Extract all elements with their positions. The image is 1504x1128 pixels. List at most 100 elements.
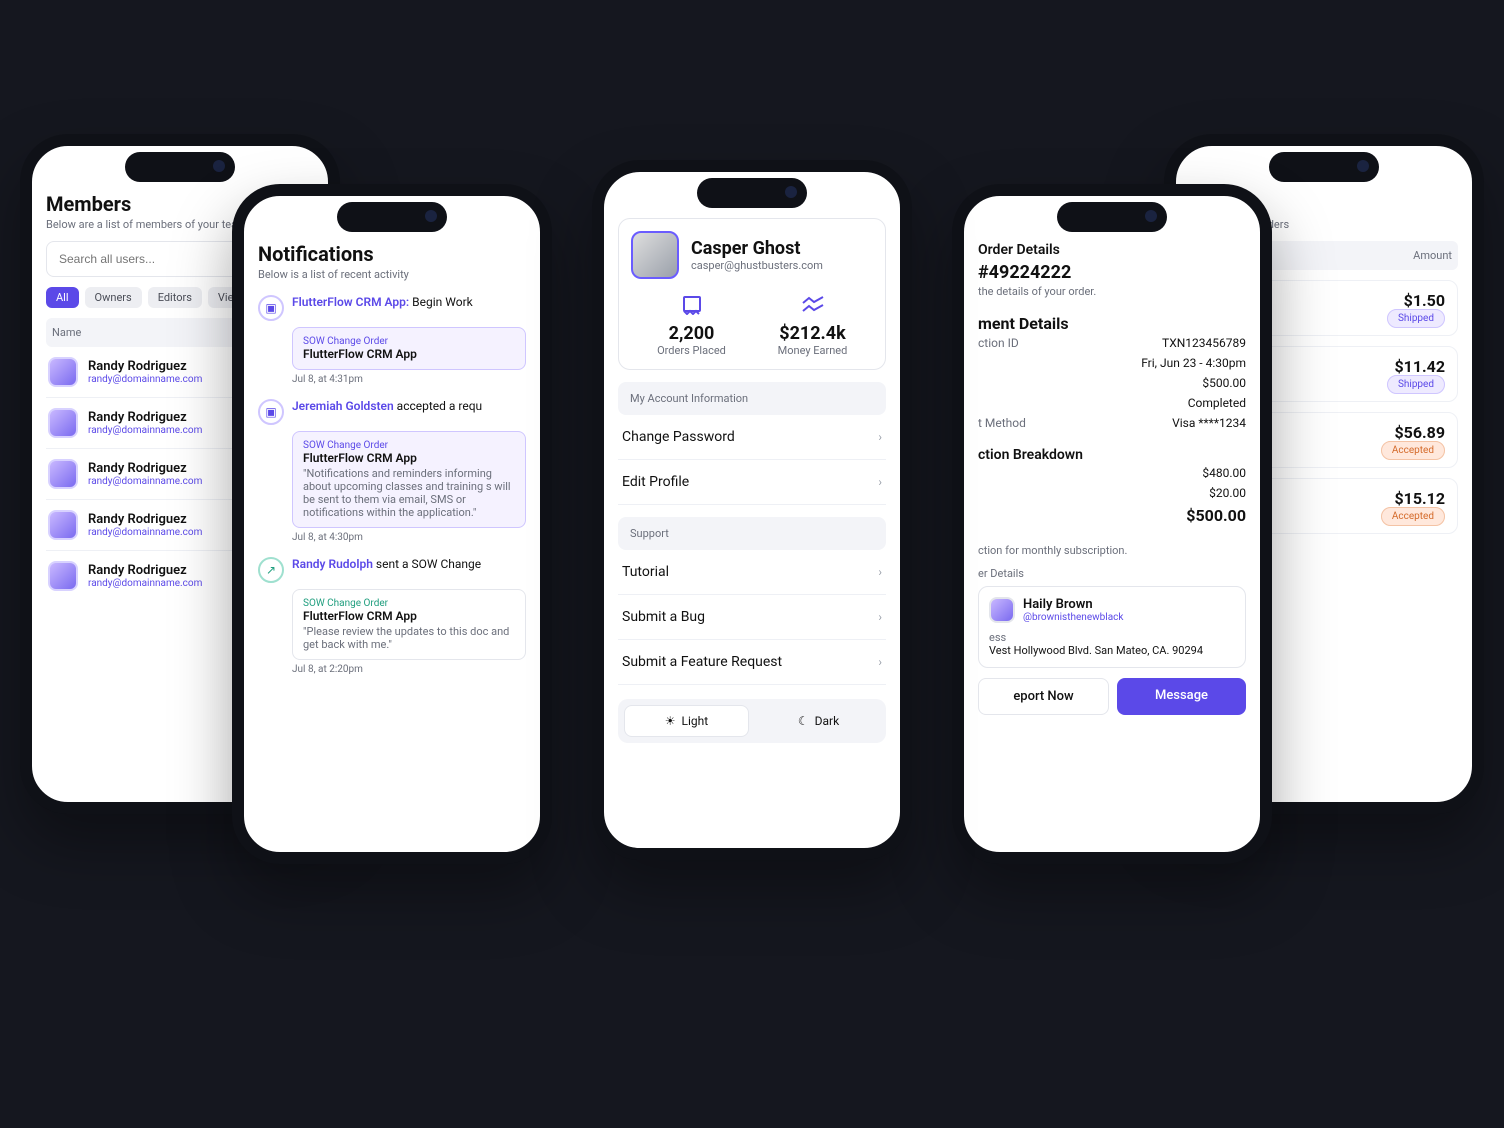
page-title: Notifications: [258, 242, 526, 266]
sun-icon: ☀: [665, 714, 676, 728]
breakdown-line: $20.00: [978, 483, 1246, 503]
card-tag: SOW Change Order: [303, 440, 515, 451]
chevron-right-icon: ›: [878, 430, 882, 444]
order-note: ction for monthly subscription.: [978, 544, 1246, 557]
menu-edit-profile[interactable]: Edit Profile ›: [618, 460, 886, 505]
notification-text: Randy Rudolph sent a SOW Change: [292, 557, 481, 583]
filter-all[interactable]: All: [46, 287, 79, 308]
notch: [337, 202, 447, 232]
col-name: Name: [52, 326, 81, 339]
notification-card[interactable]: SOW Change Order FlutterFlow CRM App "Pl…: [292, 589, 526, 660]
notification-row[interactable]: ▣ Jeremiah Goldsten accepted a requ: [258, 391, 526, 425]
phone-order-detail: Order Details #49224222 the details of y…: [952, 184, 1272, 864]
report-button[interactable]: eport Now: [978, 678, 1109, 715]
customer-address: Vest Hollywood Blvd. San Mateo, CA. 9029…: [989, 644, 1235, 657]
notification-timestamp: Jul 8, at 4:31pm: [292, 374, 526, 385]
detail-line: ction IDTXN123456789: [978, 333, 1246, 353]
order-amount: $1.50: [1387, 291, 1445, 310]
section-breakdown: ction Breakdown: [978, 447, 1246, 463]
profile-name: Casper Ghost: [691, 238, 823, 259]
avatar: [631, 231, 679, 279]
avatar: [48, 561, 78, 591]
notification-timestamp: Jul 8, at 4:30pm: [292, 532, 526, 543]
menu-label: Edit Profile: [622, 474, 689, 490]
avatar: [48, 510, 78, 540]
col-amount: Amount: [1413, 249, 1452, 262]
customer-card: Haily Brown @brownisthenewblack ess Vest…: [978, 586, 1246, 668]
card-body: "Notifications and reminders informing a…: [303, 467, 515, 519]
menu-submit-feature[interactable]: Submit a Feature Request ›: [618, 640, 886, 685]
order-number: #49224222: [978, 262, 1246, 283]
filter-owners[interactable]: Owners: [85, 287, 142, 308]
notification-card[interactable]: SOW Change Order FlutterFlow CRM App "No…: [292, 431, 526, 528]
section-account: My Account Information: [618, 382, 886, 415]
section-support: Support: [618, 517, 886, 550]
kpi-orders-label: Orders Placed: [631, 344, 752, 357]
notch: [1057, 202, 1167, 232]
menu-label: Tutorial: [622, 564, 669, 580]
notification-timestamp: Jul 8, at 2:20pm: [292, 664, 526, 675]
status-badge: Shipped: [1387, 375, 1445, 394]
notification-row[interactable]: ▣ FlutterFlow CRM App: Begin Work: [258, 287, 526, 321]
card-title: FlutterFlow CRM App: [303, 609, 515, 623]
menu-label: Submit a Bug: [622, 609, 705, 625]
menu-label: Submit a Feature Request: [622, 654, 782, 670]
menu-label: Change Password: [622, 429, 735, 445]
notification-text: Jeremiah Goldsten accepted a requ: [292, 399, 482, 425]
notification-icon: ▣: [258, 295, 284, 321]
chevron-right-icon: ›: [878, 610, 882, 624]
order-amount: $15.12: [1381, 489, 1445, 508]
notch: [697, 178, 807, 208]
status-badge: Accepted: [1381, 441, 1445, 460]
order-amount: $56.89: [1381, 423, 1445, 442]
card-tag: SOW Change Order: [303, 598, 515, 609]
menu-change-password[interactable]: Change Password ›: [618, 415, 886, 460]
page-subtitle: Below is a list of recent activity: [258, 268, 526, 281]
card-title: FlutterFlow CRM App: [303, 451, 515, 465]
profile-email: casper@ghustbusters.com: [691, 259, 823, 272]
card-title: FlutterFlow CRM App: [303, 347, 515, 361]
notification-row[interactable]: ↗ Randy Rudolph sent a SOW Change: [258, 549, 526, 583]
detail-line: Completed: [978, 393, 1246, 413]
status-badge: Accepted: [1381, 507, 1445, 526]
card-body: "Please review the updates to this doc a…: [303, 625, 515, 651]
status-badge: Shipped: [1387, 309, 1445, 328]
theme-label: Light: [682, 714, 709, 728]
theme-light[interactable]: ☀ Light: [624, 705, 749, 737]
avatar: [48, 408, 78, 438]
section-payment: ment Details: [978, 314, 1246, 333]
phone-profile: Casper Ghost casper@ghustbusters.com 2,2…: [592, 160, 912, 860]
chart-icon: [801, 295, 825, 315]
theme-label: Dark: [815, 714, 840, 728]
customer-name: Haily Brown: [1023, 597, 1123, 612]
moon-icon: ☾: [798, 714, 809, 728]
message-button[interactable]: Message: [1117, 678, 1246, 715]
card-tag: SOW Change Order: [303, 336, 515, 347]
theme-switch: ☀ Light ☾ Dark: [618, 699, 886, 743]
chevron-right-icon: ›: [878, 655, 882, 669]
notification-card[interactable]: SOW Change Order FlutterFlow CRM App: [292, 327, 526, 370]
theme-dark[interactable]: ☾ Dark: [757, 705, 880, 737]
customer-avatar: [989, 597, 1015, 623]
filter-editors[interactable]: Editors: [148, 287, 202, 308]
receipt-icon: [680, 295, 704, 315]
address-label: ess: [989, 631, 1235, 644]
order-amount: $11.42: [1387, 357, 1445, 376]
menu-tutorial[interactable]: Tutorial›: [618, 550, 886, 595]
page-title: Order Details: [978, 242, 1246, 258]
menu-submit-bug[interactable]: Submit a Bug ›: [618, 595, 886, 640]
avatar: [48, 357, 78, 387]
notch: [125, 152, 235, 182]
chevron-right-icon: ›: [878, 475, 882, 489]
notch: [1269, 152, 1379, 182]
order-total: $500.00: [1186, 506, 1246, 525]
detail-line: $500.00: [978, 373, 1246, 393]
avatar: [48, 459, 78, 489]
kpi-money-value: $212.4k: [752, 323, 873, 344]
section-customer: er Details: [978, 567, 1246, 580]
detail-line: t MethodVisa ****1234: [978, 413, 1246, 433]
notification-icon: ↗: [258, 557, 284, 583]
kpi-money-label: Money Earned: [752, 344, 873, 357]
notification-icon: ▣: [258, 399, 284, 425]
notification-text: FlutterFlow CRM App: Begin Work: [292, 295, 473, 321]
